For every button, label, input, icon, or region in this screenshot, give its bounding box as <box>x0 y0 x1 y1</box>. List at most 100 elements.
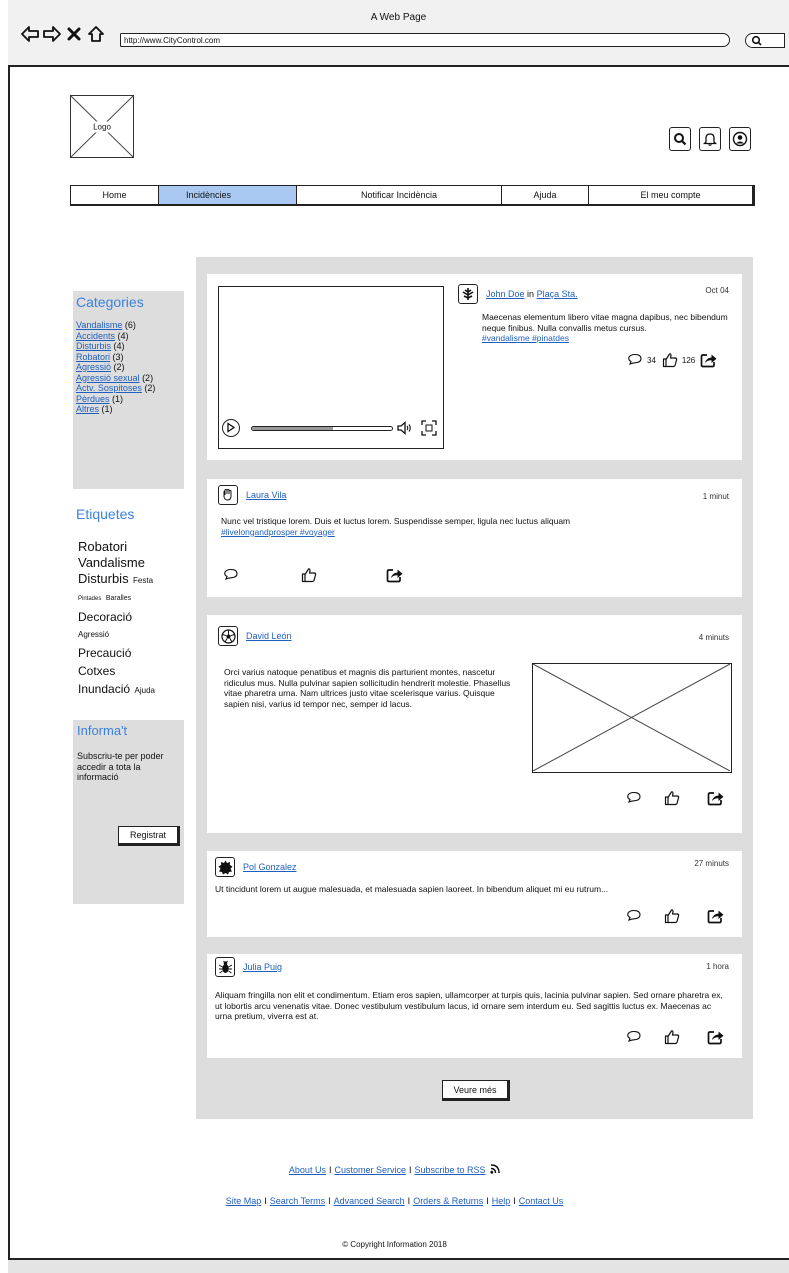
comment-button[interactable] <box>624 907 644 925</box>
play-button[interactable] <box>222 419 240 437</box>
tag-baralles[interactable]: Baralles <box>106 595 131 602</box>
tag-precaucio[interactable]: Precaució <box>78 644 188 662</box>
post-text: Maecenas elementum libero vitae magna da… <box>482 312 740 344</box>
fullscreen-icon[interactable] <box>421 420 437 436</box>
category-count: (2) <box>113 362 125 372</box>
share-button[interactable] <box>706 907 726 925</box>
categories-list: Vandalisme (6) Accidents (4) Disturbis (… <box>76 320 155 415</box>
menu-item-notificar-incidencia[interactable]: Notificar Incidència <box>297 186 502 204</box>
rss-icon[interactable] <box>490 1164 500 1174</box>
tag-agressio[interactable]: Agressió <box>78 626 188 644</box>
tag-inundacio[interactable]: Inundació <box>78 682 130 696</box>
like-button[interactable] <box>299 566 319 584</box>
comment-button[interactable] <box>624 789 644 807</box>
category-link-robatori[interactable]: Robatori <box>76 352 110 362</box>
browser-search-field[interactable] <box>745 33 785 48</box>
avatar[interactable] <box>218 485 238 505</box>
like-button[interactable] <box>662 907 682 925</box>
post-author-link[interactable]: Laura Vila <box>246 490 286 500</box>
comment-icon <box>627 1030 641 1043</box>
post-author-link[interactable]: John Doe <box>486 289 525 299</box>
like-button[interactable] <box>660 351 680 369</box>
footer-link-site-map[interactable]: Site Map <box>226 1196 262 1206</box>
category-item: Accidents (4) <box>76 331 155 342</box>
comment-button[interactable] <box>624 1028 644 1046</box>
video-progress-bar[interactable] <box>251 426 393 431</box>
avatar[interactable] <box>458 284 478 304</box>
tag-ajuda[interactable]: Ajuda <box>135 686 155 695</box>
post-author-link[interactable]: David León <box>246 631 292 641</box>
like-button[interactable] <box>662 1028 682 1046</box>
incidents-feed: John Doe in Plaça Sta. Oct 04 Maecenas e… <box>196 257 753 1119</box>
register-button[interactable]: Registrat <box>118 826 180 846</box>
back-arrow-icon[interactable] <box>20 24 40 44</box>
comment-button[interactable] <box>221 566 241 584</box>
load-more-button[interactable]: Veure més <box>442 1080 510 1101</box>
share-icon <box>700 354 717 368</box>
home-icon[interactable] <box>86 24 106 44</box>
close-icon[interactable] <box>64 24 84 44</box>
category-link-agressio-sexual[interactable]: Agressió sexual <box>76 373 140 383</box>
category-link-vandalisme[interactable]: Vandalisme <box>76 320 122 330</box>
post-hashtags[interactable]: #livelongandprosper #voyager <box>221 527 335 537</box>
tag-decoracio[interactable]: Decoració <box>78 608 188 626</box>
category-link-perdues[interactable]: Pèrdues <box>76 394 110 404</box>
footer-link-search-terms[interactable]: Search Terms <box>270 1196 325 1206</box>
category-link-disturbis[interactable]: Disturbis <box>76 341 111 351</box>
post-text: Orci varius natoque penatibus et magnis … <box>224 667 511 709</box>
footer-link-subscribe-rss[interactable]: Subscribe to RSS <box>415 1165 486 1175</box>
category-count: (4) <box>113 341 125 351</box>
avatar[interactable] <box>218 626 238 646</box>
volume-icon[interactable] <box>397 421 413 435</box>
share-icon <box>386 569 403 583</box>
menu-item-incidencies[interactable]: Incidències <box>159 186 297 204</box>
url-bar[interactable]: http://www.CityControl.com <box>120 33 730 47</box>
footer-link-contact-us[interactable]: Contact Us <box>519 1196 564 1206</box>
video-player[interactable] <box>218 286 444 449</box>
badge-avatar-icon <box>218 860 232 874</box>
category-item: Agressió (2) <box>76 362 155 373</box>
footer-separator: I <box>328 1165 332 1175</box>
share-button[interactable] <box>706 1028 726 1046</box>
main-menu: Home Incidències Notificar Incidència Aj… <box>70 185 755 206</box>
profile-button[interactable] <box>729 127 751 151</box>
share-button[interactable] <box>385 566 405 584</box>
post-place-link[interactable]: Plaça Sta. <box>537 289 578 299</box>
forward-arrow-icon[interactable] <box>42 24 62 44</box>
category-item: Actv. Sospitoses (2) <box>76 383 155 394</box>
post-time: 1 minut <box>702 492 729 501</box>
search-button[interactable] <box>669 127 691 151</box>
post-author-link[interactable]: Pol Gonzalez <box>243 862 297 872</box>
footer-link-orders-returns[interactable]: Orders & Returns <box>413 1196 483 1206</box>
like-button[interactable] <box>662 789 682 807</box>
post-actions <box>624 1028 726 1046</box>
notifications-button[interactable] <box>699 127 721 151</box>
avatar[interactable] <box>215 857 235 877</box>
post-card: Laura Vila 1 minut Nunc vel tristique lo… <box>207 479 742 597</box>
post-hashtags[interactable]: #vandalisme #pinatdes <box>482 333 569 343</box>
footer-link-about-us[interactable]: About Us <box>289 1165 326 1175</box>
share-button[interactable] <box>706 789 726 807</box>
category-link-altres[interactable]: Altres <box>76 404 99 414</box>
post-author-link[interactable]: Julia Puig <box>243 962 282 972</box>
footer-link-customer-service[interactable]: Customer Service <box>334 1165 406 1175</box>
category-link-accidents[interactable]: Accidents <box>76 331 115 341</box>
menu-item-home[interactable]: Home <box>71 186 159 204</box>
footer-separator: I <box>328 1196 331 1206</box>
comment-icon <box>627 909 641 922</box>
tag-cotxes[interactable]: Cotxes <box>78 662 188 680</box>
menu-item-el-meu-compte[interactable]: El meu compte <box>589 186 752 204</box>
logo[interactable]: Logo <box>70 95 134 158</box>
menu-item-ajuda[interactable]: Ajuda <box>502 186 589 204</box>
footer-link-advanced-search[interactable]: Advanced Search <box>334 1196 405 1206</box>
share-button[interactable] <box>699 351 719 369</box>
category-link-agressio[interactable]: Agressió <box>76 362 111 372</box>
tag-disturbis[interactable]: Disturbis <box>78 571 129 586</box>
category-link-actv-sospitoses[interactable]: Actv. Sospitoses <box>76 383 142 393</box>
tag-festa[interactable]: Festa <box>133 576 153 585</box>
footer-link-help[interactable]: Help <box>492 1196 511 1206</box>
category-item: Robatori (3) <box>76 352 155 363</box>
tag-pintades[interactable]: Pintades <box>78 596 101 602</box>
avatar[interactable] <box>215 957 235 977</box>
comment-button[interactable] <box>625 351 645 369</box>
